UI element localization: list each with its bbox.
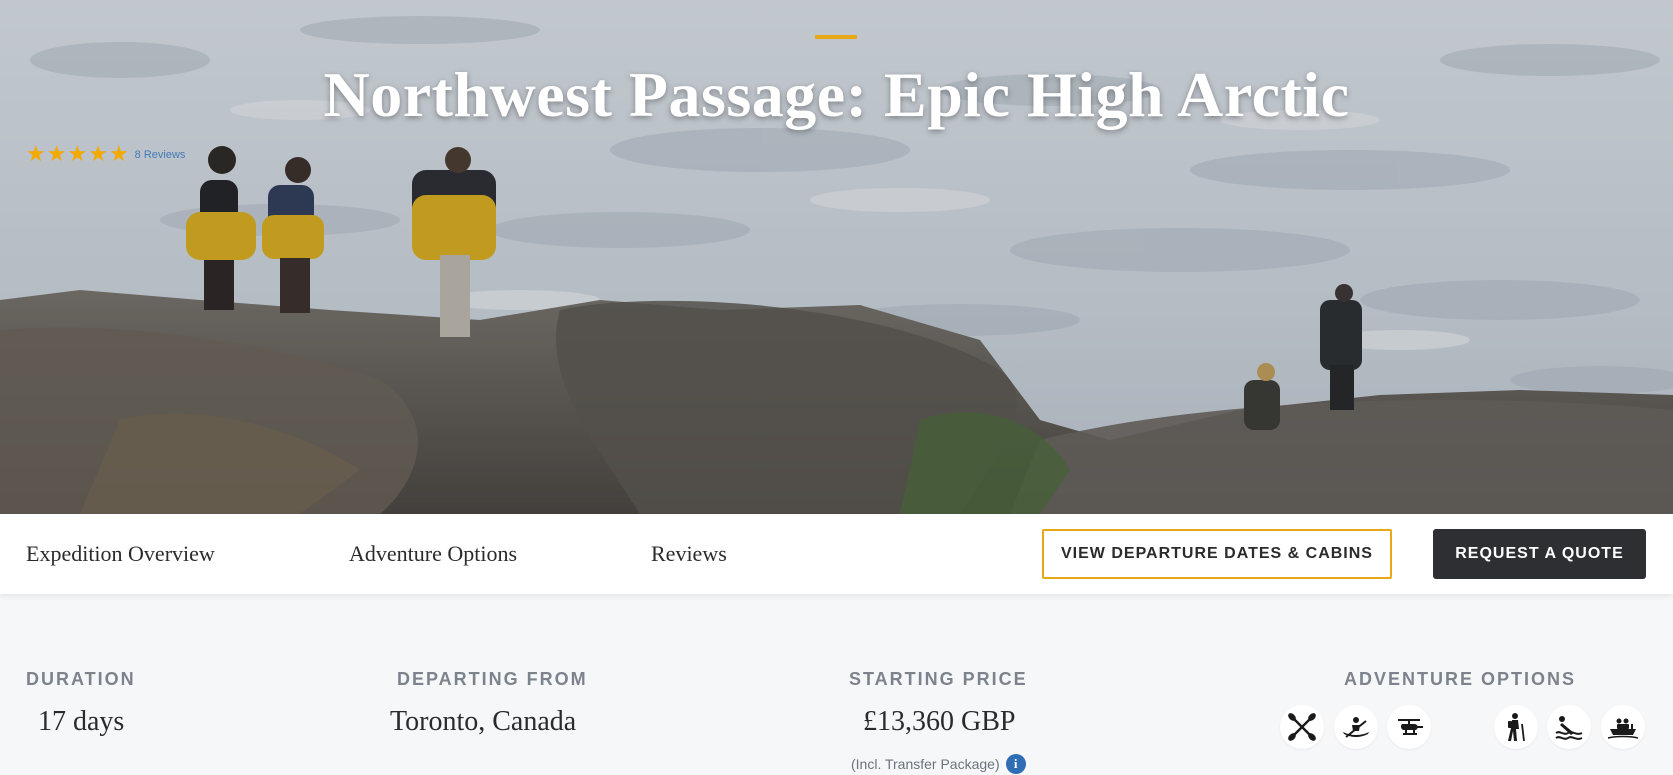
departing-label: DEPARTING FROM xyxy=(397,669,588,689)
section-navbar: Expedition Overview Adventure Options Re… xyxy=(0,514,1673,594)
hiking-icon[interactable] xyxy=(1494,705,1538,749)
adventure-options-label: ADVENTURE OPTIONS xyxy=(1344,669,1577,689)
star-icon: ★ xyxy=(46,142,67,167)
star-icon: ★ xyxy=(88,142,108,167)
view-departure-dates-button[interactable]: VIEW DEPARTURE DATES & CABINS xyxy=(1042,529,1392,579)
info-icon[interactable]: i xyxy=(1005,754,1026,774)
rating[interactable]: ★ ★ ★ ★ ★ 8 Reviews xyxy=(26,144,185,166)
kayaking-icon[interactable] xyxy=(1334,705,1378,749)
departing-value: Toronto, Canada xyxy=(390,706,577,737)
nav-expedition-overview[interactable]: Expedition Overview xyxy=(26,541,215,567)
price-label: STARTING PRICE xyxy=(849,669,1028,689)
price-value: £13,360 GBP xyxy=(863,706,1016,737)
nav-reviews[interactable]: Reviews xyxy=(651,541,727,567)
duration-label: DURATION xyxy=(26,669,136,689)
zodiac-boat-icon[interactable] xyxy=(1601,705,1645,749)
duration-value: 17 days xyxy=(38,706,125,737)
star-icon: ★ xyxy=(108,142,129,167)
snorkeling-icon[interactable] xyxy=(1547,705,1591,749)
nav-adventure-options[interactable]: Adventure Options xyxy=(349,541,517,567)
request-quote-button[interactable]: REQUEST A QUOTE xyxy=(1433,529,1646,579)
kayak-paddles-icon[interactable] xyxy=(1280,705,1324,749)
helicopter-icon[interactable] xyxy=(1387,705,1431,749)
star-icon: ★ xyxy=(67,142,88,167)
title-accent-bar xyxy=(815,35,857,39)
price-note: (Incl. Transfer Package) i xyxy=(851,754,1026,774)
star-icon: ★ xyxy=(26,142,46,167)
price-note-text: (Incl. Transfer Package) xyxy=(851,756,1000,772)
hero-banner: Northwest Passage: Epic High Arctic ★ ★ … xyxy=(0,0,1673,514)
reviews-count-link[interactable]: 8 Reviews xyxy=(135,149,186,161)
star-rating: ★ ★ ★ ★ ★ xyxy=(26,144,129,166)
page-title: Northwest Passage: Epic High Arctic xyxy=(323,59,1350,130)
